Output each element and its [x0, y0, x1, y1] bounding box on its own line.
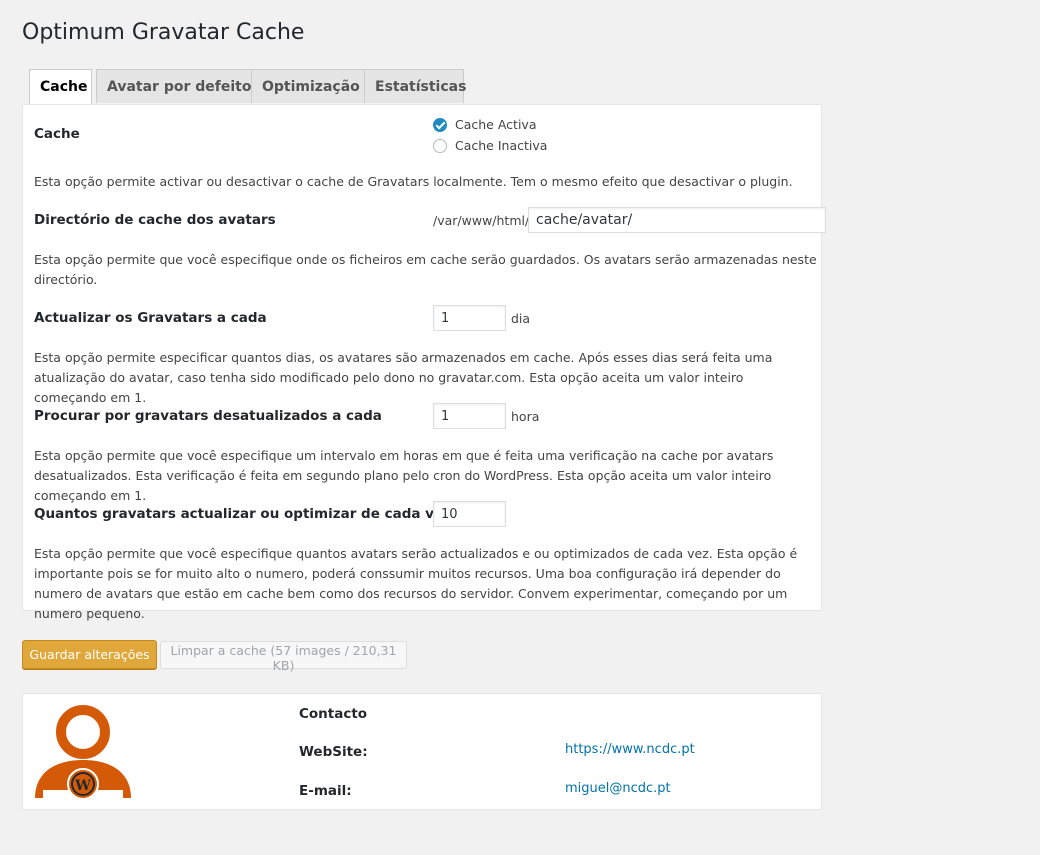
- radio-unchecked-icon[interactable]: [433, 138, 447, 153]
- check-unit: hora: [511, 409, 540, 424]
- check-description: Esta opção permite que você especifique …: [34, 448, 774, 503]
- cache-inactive-label: Cache Inactiva: [455, 138, 548, 153]
- tab-cache[interactable]: Cache: [29, 69, 92, 105]
- email-label: E-mail:: [299, 783, 352, 799]
- refresh-label: Actualizar os Gravatars a cada: [34, 310, 267, 326]
- cache-inactive-option[interactable]: Cache Inactiva: [433, 138, 547, 153]
- refresh-description: Esta opção permite especificar quantos d…: [34, 350, 773, 405]
- email-link[interactable]: miguel@ncdc.pt: [565, 781, 671, 796]
- cache-description: Esta opção permite activar ou desactivar…: [34, 174, 793, 189]
- directory-label: Directório de cache dos avatars: [34, 212, 276, 228]
- author-logo-icon: W: [35, 705, 131, 800]
- website-label: WebSite:: [299, 744, 368, 760]
- cache-active-option[interactable]: Cache Activa: [433, 117, 536, 132]
- directory-description: Esta opção permite que você especifique …: [34, 252, 817, 287]
- cache-active-label: Cache Activa: [455, 117, 537, 132]
- settings-panel: Cache Cache Activa Cache Inactiva Esta o…: [22, 104, 826, 621]
- website-link[interactable]: https://www.ncdc.pt: [565, 742, 695, 757]
- radio-checked-icon[interactable]: [433, 117, 447, 132]
- directory-prefix: /var/www/html/: [433, 213, 530, 228]
- svg-text:W: W: [74, 778, 91, 794]
- check-label: Procurar por gravatars desatualizados a …: [34, 408, 382, 424]
- contact-heading: Contacto: [299, 706, 368, 722]
- tab-default-avatar[interactable]: Avatar por defeito: [96, 69, 271, 103]
- batch-description: Esta opção permite que você especifique …: [34, 546, 798, 621]
- batch-input[interactable]: [433, 501, 506, 527]
- refresh-days-input[interactable]: [433, 305, 506, 331]
- page-title: Optimum Gravatar Cache: [22, 20, 305, 45]
- check-hours-input[interactable]: [433, 403, 506, 429]
- contact-panel: W Contacto WebSite: https://www.ncdc.pt …: [22, 693, 822, 810]
- refresh-unit: dia: [511, 311, 531, 326]
- tab-statistics[interactable]: Estatísticas: [364, 69, 466, 103]
- cache-label: Cache: [34, 126, 80, 142]
- clear-cache-button[interactable]: Limpar a cache (57 images / 210,31 KB): [160, 641, 407, 673]
- save-button[interactable]: Guardar alterações: [22, 640, 157, 669]
- directory-input[interactable]: [528, 207, 826, 233]
- batch-label: Quantos gravatars actualizar ou optimiza…: [34, 506, 451, 522]
